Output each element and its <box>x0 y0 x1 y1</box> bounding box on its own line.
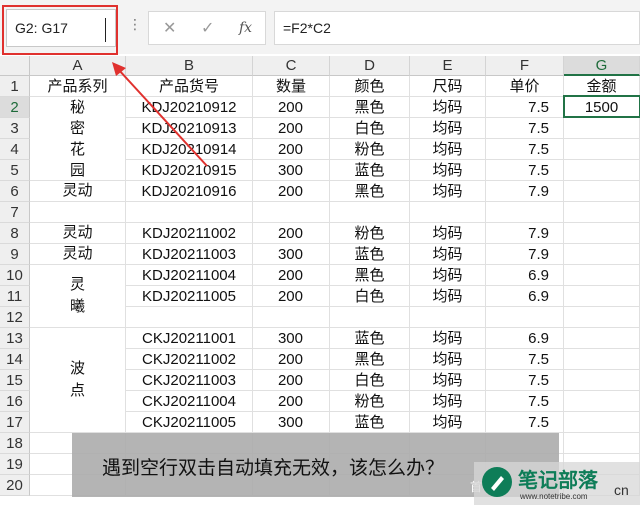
pen-icon <box>482 467 512 497</box>
logo-title: 笔记部落 <box>518 470 598 492</box>
logo-suffix: cn <box>614 482 629 498</box>
caption-text: 遇到空行双击自动填充无效，该怎么办？ <box>102 458 445 479</box>
annotation-arrow <box>112 62 208 167</box>
logo-url: www.notetribe.com <box>520 492 588 501</box>
